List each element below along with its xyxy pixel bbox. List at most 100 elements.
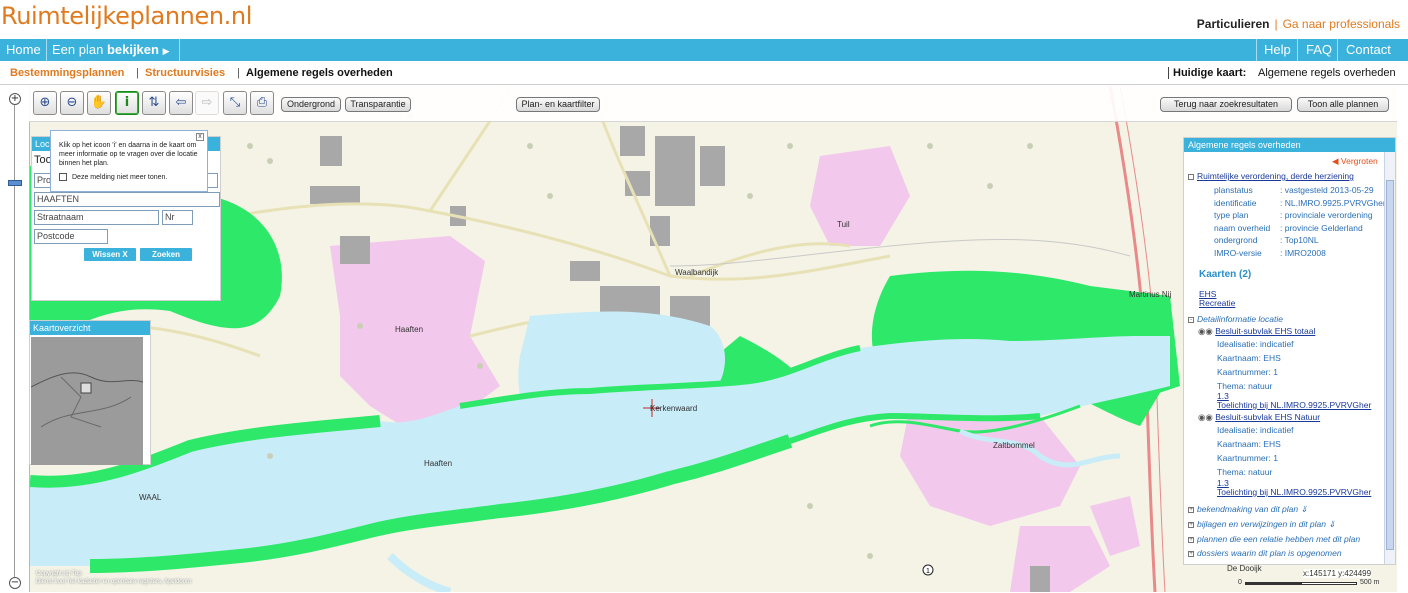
block2-toelichting[interactable]: Toelichting bij NL.IMRO.9925.PVRVGher (1217, 487, 1371, 497)
nav-contact[interactable]: Contact (1346, 39, 1391, 61)
transparantie-button[interactable]: Transparantie (345, 97, 411, 112)
scale-bar (1245, 582, 1357, 585)
field-value: : NL.IMRO.9925.PVRVGher (1280, 198, 1386, 208)
zoom-minus-icon[interactable]: − (9, 577, 21, 589)
more-bekendmaking: bekendmaking van dit plan (1197, 504, 1299, 514)
zoom-in-icon[interactable]: ⊕ (33, 91, 57, 115)
field-value: : vastgesteld 2013-05-29 (1280, 185, 1374, 195)
back-arrow-icon[interactable]: ⇦ (169, 91, 193, 115)
ondergrond-button[interactable]: Ondergrond (281, 97, 341, 112)
professionals-link[interactable]: Ga naar professionals (1283, 17, 1400, 31)
detail-heading: Detailinformatie locatie (1197, 314, 1283, 324)
block2-thema: Thema: natuur (1217, 467, 1273, 477)
map-label-martinus: Martinus Nij (1129, 290, 1172, 299)
overview-map[interactable] (31, 337, 143, 465)
field-value: : provinciale verordening (1280, 210, 1373, 220)
block2-kaartnummer: Kaartnummer: 1 (1217, 453, 1278, 463)
collapse-icon: - (1188, 316, 1194, 323)
field-key: IMRO-versie (1214, 248, 1262, 258)
number-field[interactable]: Nr (162, 210, 193, 225)
more-row-dossiers[interactable]: + dossiers waarin dit plan is opgenomen (1188, 548, 1342, 558)
show-all-plans-button[interactable]: Toon alle plannen (1297, 97, 1389, 112)
divider (0, 84, 1408, 85)
field-key: planstatus (1214, 185, 1253, 195)
download-icon: ⇓ (1300, 504, 1308, 514)
binoculars-icon: ◉◉ (1198, 412, 1213, 422)
tab-structuurvisies[interactable]: Structuurvisies (145, 67, 225, 79)
sub-nav: Bestemmingsplannen | Structuurvisies | A… (0, 63, 1408, 83)
map-label-waal: WAAL (139, 493, 162, 502)
block2-kaartnaam: Kaartnaam: EHS (1217, 439, 1281, 449)
top-separator: | (1274, 17, 1278, 31)
full-extent-icon[interactable]: ⤡ (223, 91, 247, 115)
enlarge-label: Vergroten (1340, 156, 1378, 166)
nav-divider (179, 39, 180, 61)
info-tooltip: x Klik op het icoon 'i' en daarna in de … (50, 130, 208, 192)
tab-algemene-regels[interactable]: Algemene regels overheden (246, 67, 393, 79)
search-button[interactable]: Zoeken (140, 248, 192, 261)
block1-title-row[interactable]: ◉◉ Besluit-subvlak EHS totaal (1198, 326, 1315, 337)
nav-divider (1337, 39, 1338, 61)
back-to-results-button[interactable]: Terug naar zoekresultaten (1160, 97, 1292, 112)
zoom-handle[interactable] (8, 180, 22, 186)
zoom-plus-icon[interactable]: + (9, 93, 21, 105)
block1-toelichting[interactable]: Toelichting bij NL.IMRO.9925.PVRVGher (1217, 400, 1371, 410)
field-key: type plan (1214, 210, 1249, 220)
block1-title[interactable]: Besluit-subvlak EHS totaal (1215, 326, 1315, 336)
forward-arrow-icon[interactable]: ⇨ (195, 91, 219, 115)
nav-faq[interactable]: FAQ (1306, 39, 1332, 61)
tab-bestemmingsplannen[interactable]: Bestemmingsplannen (10, 67, 124, 79)
scale-zero: 0 (1238, 579, 1242, 586)
more-row-bekendmaking[interactable]: + bekendmaking van dit plan ⇓ (1188, 504, 1308, 515)
map-label-tuil: Tuil (837, 220, 850, 229)
checkbox-icon[interactable] (59, 173, 67, 182)
binoculars-icon: ◉◉ (1198, 326, 1213, 336)
info-icon[interactable]: i (115, 91, 139, 115)
zoom-slider[interactable]: + − (0, 86, 29, 593)
site-logo[interactable]: Ruimtelijkeplannen.nl (1, 2, 252, 30)
tab-separator: | (237, 67, 240, 79)
nav-plan-prefix: Een plan (52, 42, 107, 57)
nav-plan-bekijken[interactable]: Een plan bekijken ▶ (52, 39, 170, 61)
field-value: : Top10NL (1280, 235, 1319, 245)
more-row-relatie[interactable]: + plannen die een relatie hebben met dit … (1188, 534, 1360, 544)
street-field[interactable]: Straatnaam (34, 210, 159, 225)
block2-title-row[interactable]: ◉◉ Besluit-subvlak EHS Natuur (1198, 412, 1320, 423)
enlarge-link[interactable]: ◀ Vergroten (1332, 156, 1378, 167)
nav-plan-bold: bekijken (106, 42, 159, 57)
map-toolbar: ⊕ ⊖ ✋ i ⇅ ⇦ ⇨ ⤡ ⎙ Ondergrond Transparant… (29, 86, 1397, 122)
more-row-bijlagen[interactable]: + bijlagen en verwijzingen in dit plan ⇓ (1188, 519, 1336, 530)
detail-heading-row[interactable]: - Detailinformatie locatie (1188, 314, 1283, 324)
plan-title-row[interactable]: Ruimtelijke verordening, derde herzienin… (1188, 171, 1354, 181)
copyright-line2: Dienst voor het kadaster en openbare reg… (36, 579, 192, 585)
map-link-recreatie[interactable]: Recreatie (1199, 298, 1235, 308)
scale-max: 500 m (1360, 579, 1380, 586)
map-label-kerkenwaard: Kerkenwaard (650, 404, 698, 413)
measure-icon[interactable]: ⇅ (142, 91, 166, 115)
overview-header: Kaartoverzicht (30, 321, 150, 335)
nav-help[interactable]: Help (1264, 39, 1291, 61)
field-key: naam overheid (1214, 223, 1271, 233)
close-icon[interactable]: x (196, 133, 204, 141)
nav-home[interactable]: Home (6, 39, 41, 61)
top-links: Particulieren | Ga naar professionals (1197, 17, 1400, 31)
block2-title[interactable]: Besluit-subvlak EHS Natuur (1215, 412, 1320, 422)
tab-separator: | (136, 67, 139, 79)
postcode-field[interactable]: Postcode (34, 229, 108, 244)
map-label-de-dooijk: De Dooijk (1227, 564, 1262, 573)
plan-filter-button[interactable]: Plan- en kaartfilter (516, 97, 600, 112)
download-icon: ⇓ (1328, 519, 1336, 529)
maps-heading: Kaarten (2) (1199, 269, 1252, 280)
plan-title[interactable]: Ruimtelijke verordening, derde herzienin… (1197, 171, 1354, 181)
block1-kaartnummer: Kaartnummer: 1 (1217, 367, 1278, 377)
scrollbar-thumb[interactable] (1386, 180, 1394, 550)
place-field[interactable]: HAAFTEN (34, 192, 220, 207)
tooltip-checkbox-row[interactable]: Deze melding niet meer tonen. (59, 173, 199, 182)
particulieren-link[interactable]: Particulieren (1197, 17, 1270, 31)
print-icon[interactable]: ⎙ (250, 91, 274, 115)
info-scrollbar[interactable] (1384, 152, 1395, 564)
zoom-out-icon[interactable]: ⊖ (60, 91, 84, 115)
block2-idealisatie: Idealisatie: indicatief (1217, 425, 1294, 435)
clear-button[interactable]: Wissen X (84, 248, 136, 261)
pan-hand-icon[interactable]: ✋ (87, 91, 111, 115)
